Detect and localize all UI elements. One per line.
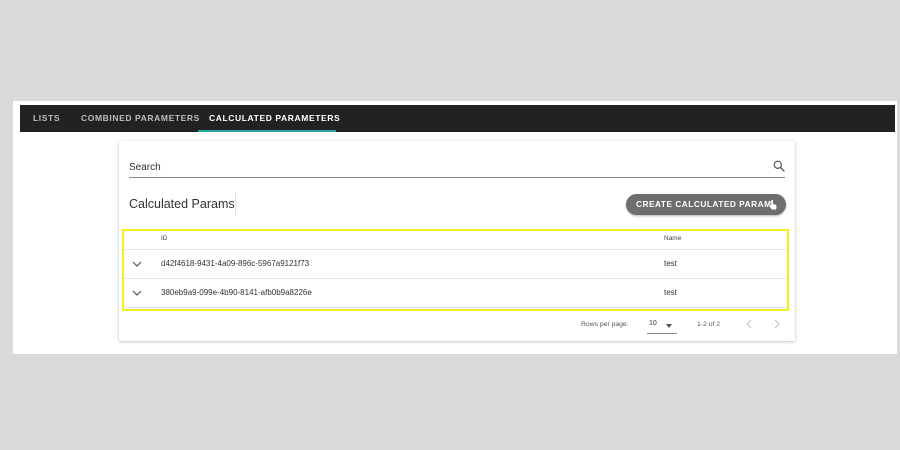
chevron-right-icon[interactable] [773,319,781,329]
touch-hand-icon [769,199,777,210]
cell-id: d42f4618-9431-4a09-896c-5967a9121f73 [161,259,310,268]
chevron-down-icon[interactable] [132,261,142,267]
search-icon[interactable] [773,160,785,172]
pagination-range: 1-2 of 2 [697,321,721,328]
table-row[interactable]: 380eb9a9-099e-4b90-8141-afb0b9a8226e tes… [123,279,787,308]
search-input[interactable] [129,158,749,176]
column-header-name[interactable]: Name [664,235,681,242]
tab-bar: LISTS COMBINED PARAMETERS CALCULATED PAR… [20,105,895,132]
cell-id: 380eb9a9-099e-4b90-8141-afb0b9a8226e [161,288,312,297]
table-row[interactable]: d42f4618-9431-4a09-896c-5967a9121f73 tes… [123,250,787,279]
cell-name: test [664,288,677,297]
title-divider [235,193,236,215]
chevron-left-icon[interactable] [745,319,753,329]
search-bar [129,155,785,178]
cell-name: test [664,259,677,268]
column-header-id[interactable]: ID [161,235,168,242]
rows-per-page-label: Rows per page: [581,321,629,328]
rows-per-page-select[interactable]: 10 [647,317,677,334]
params-card: Calculated Params CREATE CALCULATED PARA… [119,141,795,341]
active-tab-indicator [198,130,336,132]
tab-lists[interactable]: LISTS [33,105,60,132]
dropdown-caret-icon [666,324,672,328]
tab-calculated-parameters[interactable]: CALCULATED PARAMETERS [209,105,340,132]
rows-per-page-value: 10 [649,320,657,327]
chevron-down-icon[interactable] [132,290,142,296]
section-title: Calculated Params [129,197,235,211]
create-button-label: CREATE CALCULATED PARAM [636,199,772,209]
create-calculated-param-button[interactable]: CREATE CALCULATED PARAM [626,194,786,215]
tab-combined-parameters[interactable]: COMBINED PARAMETERS [81,105,200,132]
